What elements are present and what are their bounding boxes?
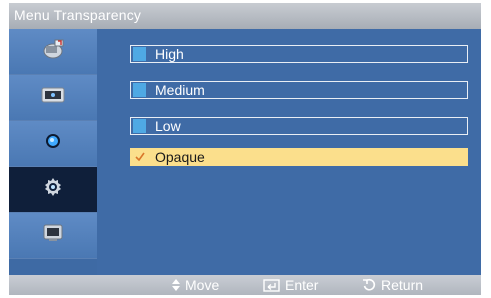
option-label: Opaque (155, 149, 205, 165)
option-swatch (133, 47, 146, 61)
option-low[interactable]: Low (130, 117, 468, 135)
option-swatch (133, 119, 146, 133)
option-high[interactable]: High (130, 45, 468, 63)
title-bar: Menu Transparency (9, 3, 481, 29)
sidebar-item-pc-display[interactable] (9, 213, 97, 259)
options-panel: High Medium Low Opaque (97, 29, 481, 275)
option-opaque[interactable]: Opaque (130, 148, 468, 166)
setup-icon (43, 131, 63, 156)
sidebar-item-setup[interactable] (9, 121, 97, 167)
enter-label: Enter (285, 277, 319, 293)
footer-hints: Move Enter Return (9, 275, 481, 295)
sidebar-item-picture[interactable] (9, 29, 97, 75)
picture-icon (40, 38, 66, 65)
sidebar-item-sound[interactable] (9, 75, 97, 121)
option-medium[interactable]: Medium (130, 81, 468, 99)
checkmark-icon (133, 150, 146, 164)
sound-icon (40, 86, 66, 109)
option-label: Medium (155, 82, 205, 98)
sidebar (9, 29, 97, 275)
hint-move: Move (172, 277, 219, 293)
option-label: Low (155, 118, 181, 134)
input-icon (42, 176, 64, 203)
sidebar-item-input[interactable] (9, 167, 97, 213)
menu-title: Menu Transparency (14, 7, 142, 23)
option-swatch (133, 83, 146, 97)
return-label: Return (381, 277, 424, 293)
move-label: Move (185, 277, 220, 293)
pc-display-icon (42, 223, 64, 248)
option-label: High (155, 46, 184, 62)
enter-icon (263, 278, 280, 292)
hint-return: Return (362, 277, 423, 293)
hint-enter: Enter (263, 277, 318, 293)
up-down-arrow-icon (172, 279, 180, 291)
osd-window: Menu Transparency High Medium Low Opaque… (9, 3, 481, 295)
return-icon (363, 278, 376, 291)
